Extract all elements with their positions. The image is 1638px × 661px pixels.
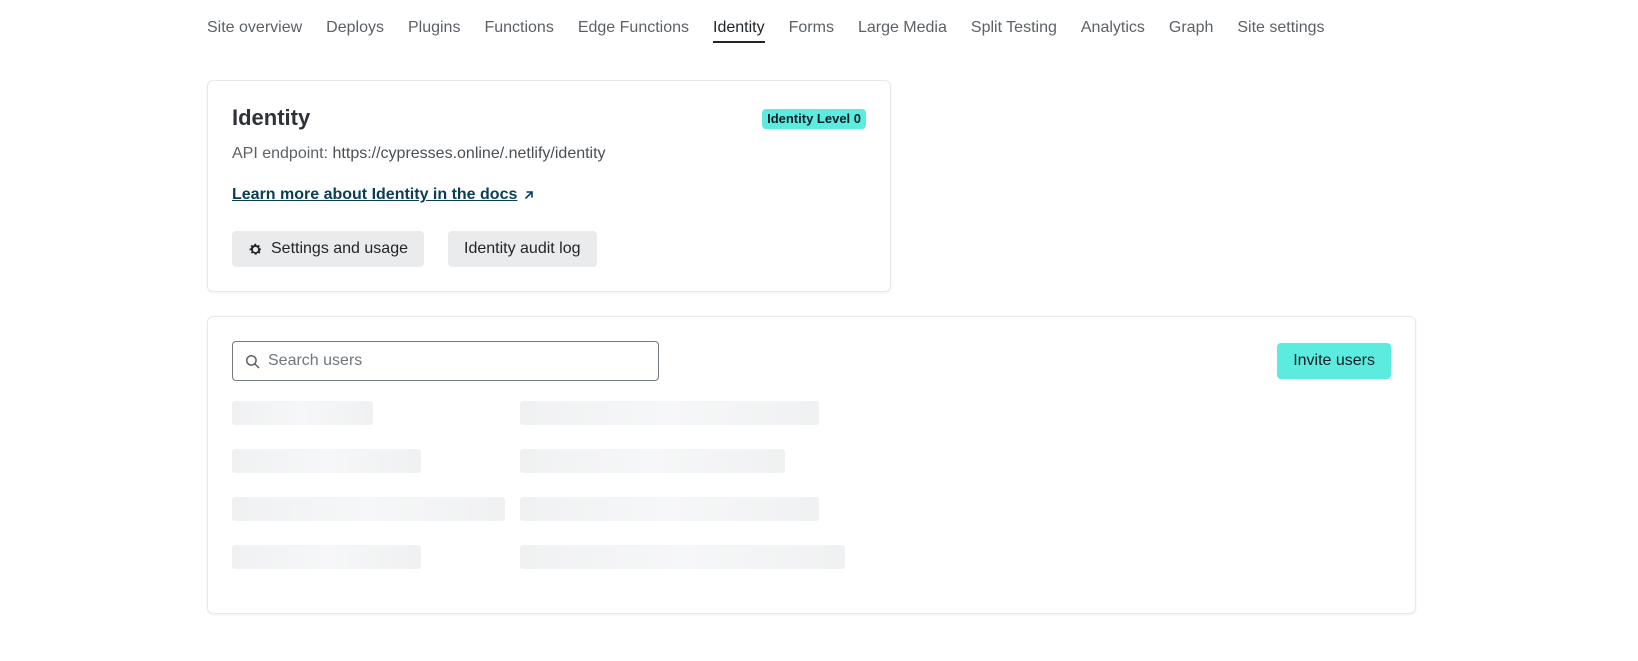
external-arrow-icon [525,191,534,199]
identity-audit-log-button[interactable]: Identity audit log [448,231,597,267]
loading-placeholder [520,545,845,569]
loading-placeholder [232,545,421,569]
docs-link-label: Learn more about Identity in the docs [232,186,518,203]
loading-placeholder [232,401,373,425]
settings-button-label: Settings and usage [271,240,408,257]
identity-card: Identity Identity Level 0 API endpoint: … [207,80,891,292]
tab-site-overview[interactable]: Site overview [207,17,302,43]
tab-functions[interactable]: Functions [484,17,553,43]
tab-analytics[interactable]: Analytics [1081,17,1145,43]
api-endpoint-label: API endpoint: [232,145,329,162]
invite-users-button[interactable]: Invite users [1277,343,1391,379]
search-icon [245,354,260,368]
search-users-input[interactable] [268,352,648,370]
loading-placeholder [232,497,505,521]
api-endpoint-value: https://cypresses.online/.netlify/identi… [332,145,606,162]
search-users-field[interactable] [232,341,659,381]
tab-forms[interactable]: Forms [789,17,834,43]
tab-deploys[interactable]: Deploys [326,17,384,43]
tab-identity[interactable]: Identity [713,17,765,43]
tab-split-testing[interactable]: Split Testing [971,17,1057,43]
api-endpoint: API endpoint: https://cypresses.online/.… [232,145,606,163]
loading-placeholder [520,401,819,425]
audit-button-label: Identity audit log [464,240,581,257]
identity-title: Identity [232,105,311,130]
page: Site overview Deploys Plugins Functions … [0,0,1638,661]
loading-placeholder [520,497,819,521]
tab-plugins[interactable]: Plugins [408,17,460,43]
loading-placeholder [232,449,421,473]
settings-and-usage-button[interactable]: Settings and usage [232,231,424,267]
gear-icon [249,243,262,255]
identity-level-badge: Identity Level 0 [762,109,866,129]
loading-placeholder [520,449,785,473]
users-card: Invite users [207,316,1416,614]
tab-large-media[interactable]: Large Media [858,17,947,43]
tab-site-settings[interactable]: Site settings [1237,17,1324,43]
tab-edge-functions[interactable]: Edge Functions [578,17,689,43]
site-nav: Site overview Deploys Plugins Functions … [207,17,1325,43]
identity-docs-link[interactable]: Learn more about Identity in the docs [232,186,535,204]
tab-graph[interactable]: Graph [1169,17,1213,43]
